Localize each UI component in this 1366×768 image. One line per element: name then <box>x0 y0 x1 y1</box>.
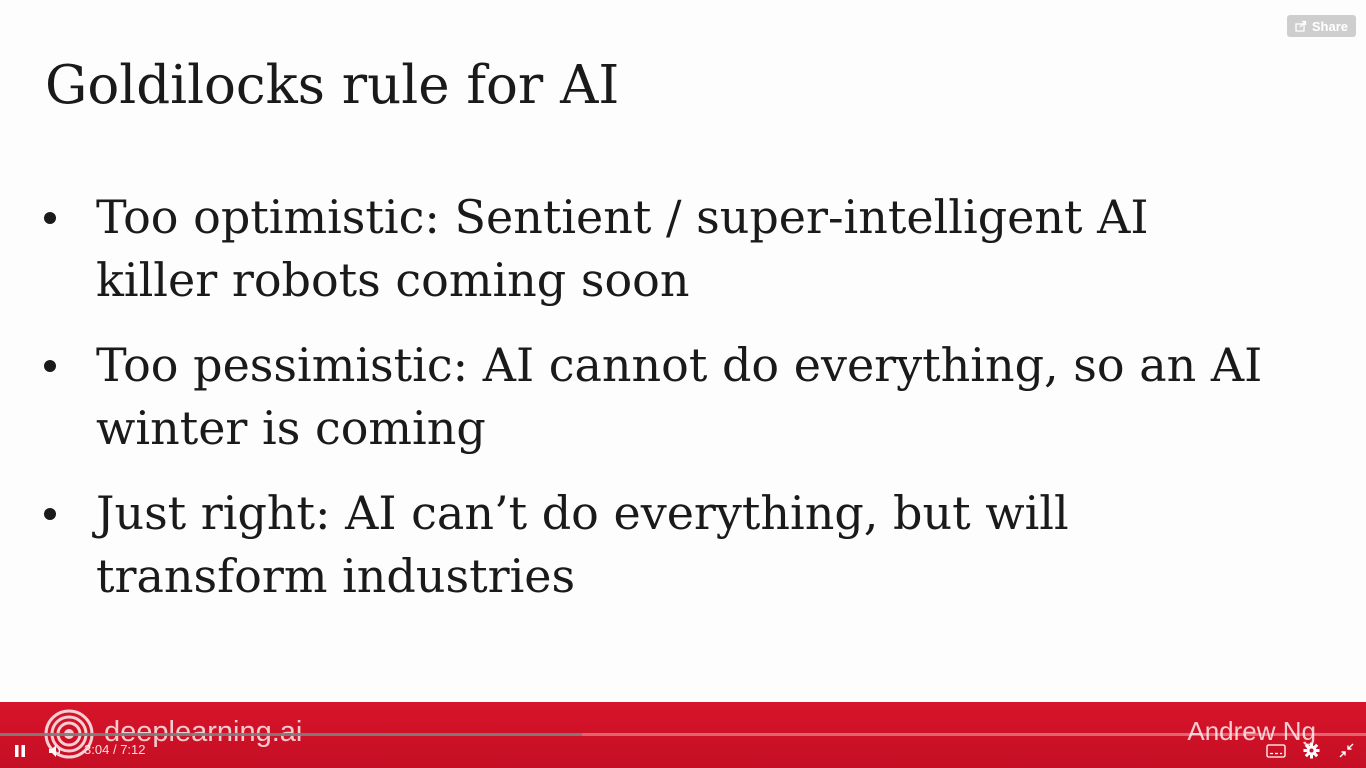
share-button[interactable]: Share <box>1286 15 1356 37</box>
progress-fill <box>0 733 582 736</box>
author-name: Andrew Ng <box>1187 716 1316 746</box>
bullet-list: Too optimistic: Sentient / super-intelli… <box>40 186 1280 630</box>
current-time: 3:04 <box>84 742 110 757</box>
duration: 7:12 <box>120 742 146 757</box>
bullet-text: Just right: AI can’t do everything, but … <box>96 486 1069 603</box>
share-icon <box>1295 20 1307 32</box>
exit-fullscreen-icon[interactable] <box>1339 743 1354 758</box>
pause-icon[interactable] <box>13 744 27 758</box>
volume-icon[interactable] <box>48 744 64 758</box>
bullet-text: Too pessimistic: AI cannot do everything… <box>96 338 1263 455</box>
gear-icon[interactable] <box>1303 742 1320 759</box>
time-separator: / <box>112 742 117 757</box>
bullet-dot <box>44 212 56 224</box>
slide-title: Goldilocks rule for AI <box>45 55 620 116</box>
share-label: Share <box>1311 18 1348 34</box>
time-readout: 3:04 / 7:12 <box>84 742 146 757</box>
bullet-item: Just right: AI can’t do everything, but … <box>40 482 1280 608</box>
video-player[interactable]: Goldilocks rule for AI Too optimistic: S… <box>0 0 1366 768</box>
bullet-text: Too optimistic: Sentient / super-intelli… <box>96 190 1149 307</box>
captions-icon[interactable] <box>1266 744 1286 758</box>
bullet-dot <box>44 360 56 372</box>
bullet-item: Too optimistic: Sentient / super-intelli… <box>40 186 1280 312</box>
bullet-item: Too pessimistic: AI cannot do everything… <box>40 334 1280 460</box>
progress-bar[interactable] <box>0 733 1366 736</box>
bullet-dot <box>44 508 56 520</box>
